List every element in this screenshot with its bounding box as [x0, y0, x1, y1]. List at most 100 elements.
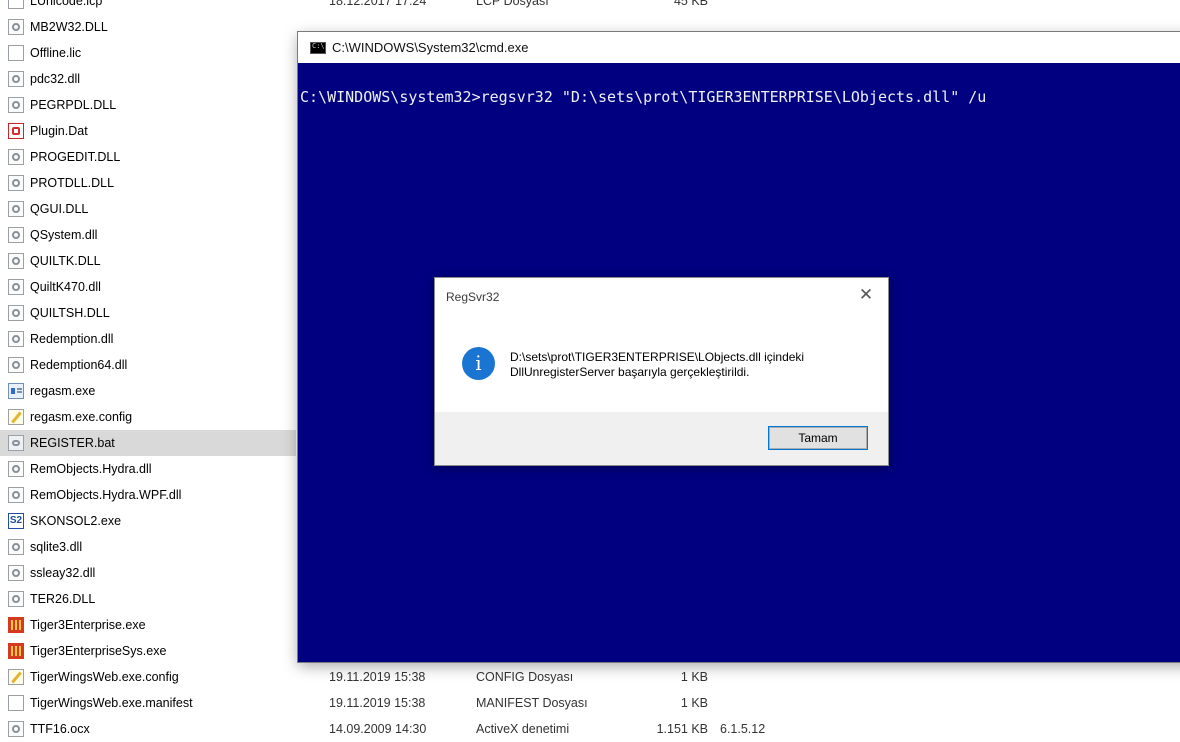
- file-name: RemObjects.Hydra.dll: [30, 462, 152, 476]
- file-name-cell[interactable]: pdc32.dll: [0, 66, 296, 92]
- file-name: pdc32.dll: [30, 72, 81, 86]
- file-name: LUnicode.lcp: [30, 0, 103, 8]
- file-size: 45 KB: [673, 0, 708, 8]
- file-name: REGISTER.bat: [30, 436, 115, 450]
- file-name-cell[interactable]: PROGEDIT.DLL: [0, 144, 296, 170]
- file-date: 14.09.2009 14:30: [329, 722, 427, 736]
- info-icon: i: [462, 347, 495, 380]
- dll-icon: [8, 721, 24, 737]
- file-name: QSystem.dll: [30, 228, 98, 242]
- file-name-cell[interactable]: QuiltK470.dll: [0, 274, 296, 300]
- dialog-title: RegSvr32: [446, 290, 500, 304]
- file-type: MANIFEST Dosyası: [476, 696, 588, 710]
- doc-icon: [8, 0, 24, 9]
- file-name-cell[interactable]: RemObjects.Hydra.dll: [0, 456, 296, 482]
- dll-icon: [8, 305, 24, 321]
- file-name-cell[interactable]: QGUI.DLL: [0, 196, 296, 222]
- file-name: PROGEDIT.DLL: [30, 150, 121, 164]
- file-name-cell[interactable]: Tiger3EnterpriseSys.exe: [0, 638, 296, 664]
- file-name: Tiger3Enterprise.exe: [30, 618, 146, 632]
- pdf-icon: [8, 123, 24, 139]
- tiger-app-icon: [8, 617, 24, 633]
- file-name: TTF16.ocx: [30, 722, 90, 736]
- console-icon: [310, 41, 326, 54]
- file-row[interactable]: TigerWingsWeb.exe.config 19.11.2019 15:38…: [0, 664, 1180, 690]
- file-name-cell[interactable]: Redemption.dll: [0, 326, 296, 352]
- cmd-titlebar[interactable]: C:\WINDOWS\System32\cmd.exe: [298, 32, 1180, 63]
- file-name: RemObjects.Hydra.WPF.dll: [30, 488, 182, 502]
- file-row[interactable]: TigerWingsWeb.exe.manifest 19.11.2019 15:…: [0, 690, 1180, 716]
- file-size: 1.151 KB: [656, 722, 708, 736]
- file-name-cell[interactable]: TTF16.ocx: [0, 716, 296, 742]
- file-name-cell[interactable]: ssleay32.dll: [0, 560, 296, 586]
- file-name: QUILTK.DLL: [30, 254, 101, 268]
- dll-icon: [8, 175, 24, 191]
- file-version: 6.1.5.12: [720, 722, 766, 736]
- file-name: regasm.exe: [30, 384, 96, 398]
- file-name: Offline.lic: [30, 46, 82, 60]
- doc-icon: [8, 695, 24, 711]
- file-name-cell[interactable]: S2 SKONSOL2.exe: [0, 508, 296, 534]
- console-command-line: C:\WINDOWS\system32>regsvr32 "D:\sets\pr…: [300, 88, 987, 106]
- dll-icon: [8, 71, 24, 87]
- file-date: 19.11.2019 15:38: [329, 696, 426, 710]
- file-name: TigerWingsWeb.exe.config: [30, 670, 179, 684]
- file-type: ActiveX denetimi: [476, 722, 570, 736]
- config-icon: [8, 409, 24, 425]
- file-name: Redemption64.dll: [30, 358, 128, 372]
- file-name: TigerWingsWeb.exe.manifest: [30, 696, 193, 710]
- file-name-cell[interactable]: Plugin.Dat: [0, 118, 296, 144]
- file-name: Plugin.Dat: [30, 124, 88, 138]
- file-size: 1 KB: [680, 696, 708, 710]
- ok-button[interactable]: Tamam: [769, 427, 867, 449]
- dialog-message-line-1: D:\sets\prot\TIGER3ENTERPRISE\LObjects.d…: [510, 350, 805, 364]
- file-name-cell[interactable]: RemObjects.Hydra.WPF.dll: [0, 482, 296, 508]
- exe-icon: [8, 383, 24, 399]
- file-name-cell[interactable]: TigerWingsWeb.exe.config: [0, 664, 296, 690]
- file-name: Tiger3EnterpriseSys.exe: [30, 644, 167, 658]
- file-name-cell[interactable]: Tiger3Enterprise.exe: [0, 612, 296, 638]
- dll-icon: [8, 201, 24, 217]
- file-name: sqlite3.dll: [30, 540, 83, 554]
- file-name-cell[interactable]: regasm.exe: [0, 378, 296, 404]
- file-name: QUILTSH.DLL: [30, 306, 110, 320]
- file-name-cell[interactable]: regasm.exe.config: [0, 404, 296, 430]
- file-name-cell[interactable]: sqlite3.dll: [0, 534, 296, 560]
- file-name-cell[interactable]: REGISTER.bat: [0, 430, 296, 456]
- file-type: CONFIG Dosyası: [476, 670, 574, 684]
- file-name: Redemption.dll: [30, 332, 114, 346]
- file-name-cell[interactable]: Offline.lic: [0, 40, 296, 66]
- file-name: ssleay32.dll: [30, 566, 96, 580]
- cmd-window-title: C:\WINDOWS\System32\cmd.exe: [332, 40, 529, 55]
- file-name-cell[interactable]: QUILTSH.DLL: [0, 300, 296, 326]
- file-name: regasm.exe.config: [30, 410, 133, 424]
- file-name: TER26.DLL: [30, 592, 96, 606]
- file-name-cell[interactable]: PEGRPDL.DLL: [0, 92, 296, 118]
- file-name: QGUI.DLL: [30, 202, 89, 216]
- dll-icon: [8, 487, 24, 503]
- dialog-footer: Tamam: [435, 412, 888, 465]
- s2-app-icon: S2: [8, 513, 24, 529]
- file-name-cell[interactable]: LUnicode.lcp: [0, 0, 296, 14]
- file-name: PROTDLL.DLL: [30, 176, 115, 190]
- close-icon[interactable]: ✕: [854, 284, 878, 308]
- dll-icon: [8, 357, 24, 373]
- file-name-cell[interactable]: PROTDLL.DLL: [0, 170, 296, 196]
- dll-icon: [8, 279, 24, 295]
- file-name-cell[interactable]: TigerWingsWeb.exe.manifest: [0, 690, 296, 716]
- dll-icon: [8, 253, 24, 269]
- file-name-cell[interactable]: Redemption64.dll: [0, 352, 296, 378]
- dll-icon: [8, 565, 24, 581]
- file-row[interactable]: TTF16.ocx 14.09.2009 14:30 ActiveX denetim…: [0, 716, 1180, 742]
- regsvr32-dialog: RegSvr32 ✕ i D:\sets\prot\TIGER3ENTERPRI…: [434, 277, 889, 466]
- file-name-cell[interactable]: QUILTK.DLL: [0, 248, 296, 274]
- config-icon: [8, 669, 24, 685]
- file-name-cell[interactable]: MB2W32.DLL: [0, 14, 296, 40]
- dialog-message-line-2: DllUnregisterServer başarıyla gerçekleşt…: [510, 365, 750, 379]
- file-name-cell[interactable]: TER26.DLL: [0, 586, 296, 612]
- file-name: QuiltK470.dll: [30, 280, 101, 294]
- file-row[interactable]: LUnicode.lcp 18.12.2017 17:24 LCP Dosyası 4…: [0, 0, 1180, 14]
- file-name-cell[interactable]: QSystem.dll: [0, 222, 296, 248]
- dll-icon: [8, 539, 24, 555]
- file-name: SKONSOL2.exe: [30, 514, 122, 528]
